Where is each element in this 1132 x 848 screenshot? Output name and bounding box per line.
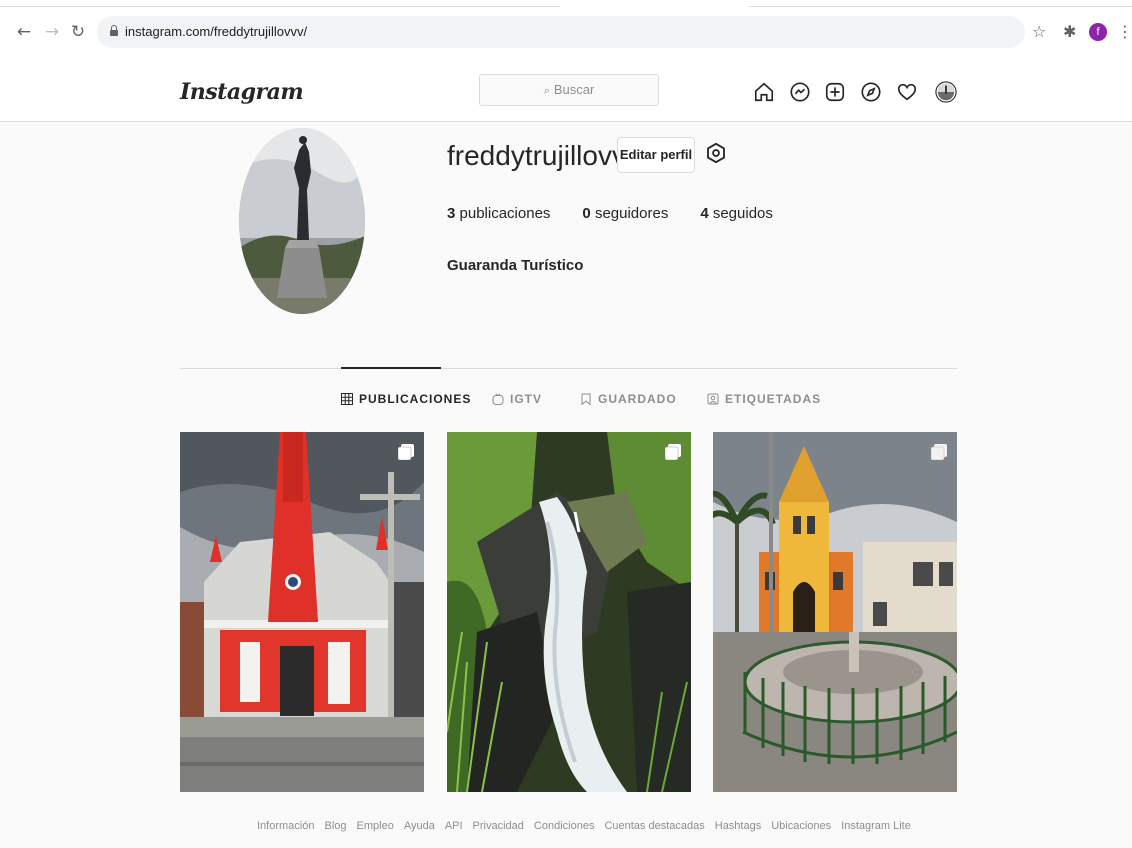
instagram-header: Instagram ⌕ Buscar bbox=[0, 66, 1132, 122]
tab-strip-edge bbox=[748, 6, 1132, 7]
activity-heart-icon[interactable] bbox=[896, 81, 918, 103]
lock-icon bbox=[110, 25, 118, 36]
footer-link[interactable]: Condiciones bbox=[534, 820, 595, 832]
footer-link[interactable]: Ayuda bbox=[404, 820, 435, 832]
settings-gear-icon[interactable] bbox=[705, 142, 727, 164]
footer-link[interactable]: Instagram Lite bbox=[841, 820, 911, 832]
active-tab-indicator bbox=[341, 367, 441, 369]
new-post-icon[interactable] bbox=[824, 81, 846, 103]
post-thumbnail[interactable] bbox=[447, 432, 691, 792]
tagged-user-icon bbox=[707, 393, 719, 405]
footer-link[interactable]: Información bbox=[257, 820, 314, 832]
post-thumbnail[interactable] bbox=[180, 432, 424, 792]
followers-count[interactable]: 0 seguidores bbox=[582, 205, 668, 222]
footer-link[interactable]: Empleo bbox=[357, 820, 394, 832]
tab-publicaciones[interactable]: PUBLICACIONES bbox=[341, 392, 471, 406]
tab-etiquetadas[interactable]: ETIQUETADAS bbox=[707, 392, 821, 406]
bookmark-icon bbox=[581, 393, 591, 405]
browser-toolbar: ← → ↻ instagram.com/freddytrujillovvv/ ☆… bbox=[0, 0, 1132, 66]
instagram-logo[interactable]: Instagram bbox=[180, 79, 304, 105]
multiple-photos-icon bbox=[398, 444, 414, 460]
search-input[interactable]: ⌕ Buscar bbox=[479, 74, 659, 106]
profile-stats: 3 publicaciones 0 seguidores 4 seguidos bbox=[447, 205, 773, 222]
tab-strip-edge bbox=[0, 6, 560, 7]
browser-profile-avatar[interactable]: f bbox=[1089, 23, 1107, 41]
multiple-photos-icon bbox=[665, 444, 681, 460]
post-thumbnail[interactable] bbox=[713, 432, 957, 792]
following-count[interactable]: 4 seguidos bbox=[700, 205, 773, 222]
footer-link[interactable]: API bbox=[445, 820, 463, 832]
edit-profile-button[interactable]: Editar perfil bbox=[617, 137, 695, 173]
tab-guardado[interactable]: GUARDADO bbox=[580, 392, 677, 406]
profile-avatar-icon[interactable] bbox=[935, 81, 957, 103]
extensions-puzzle-icon[interactable]: ✱ bbox=[1063, 22, 1076, 42]
bookmark-star-icon[interactable]: ☆ bbox=[1032, 22, 1046, 42]
home-icon[interactable] bbox=[753, 81, 775, 103]
url-text: instagram.com/freddytrujillovvv/ bbox=[125, 24, 308, 39]
browser-menu-icon[interactable]: ⋮ bbox=[1117, 22, 1132, 42]
search-icon: ⌕ bbox=[543, 84, 550, 97]
explore-compass-icon[interactable] bbox=[860, 81, 882, 103]
address-bar[interactable]: instagram.com/freddytrujillovvv/ bbox=[97, 16, 1025, 48]
search-placeholder: Buscar bbox=[553, 82, 595, 97]
footer-link[interactable]: Privacidad bbox=[473, 820, 524, 832]
footer-link[interactable]: Ubicaciones bbox=[771, 820, 831, 832]
multiple-photos-icon bbox=[931, 444, 947, 460]
tab-igtv[interactable]: IGTV bbox=[492, 392, 542, 406]
back-icon[interactable]: ← bbox=[14, 22, 34, 42]
profile-picture[interactable] bbox=[239, 128, 365, 314]
igtv-icon bbox=[492, 393, 504, 405]
profile-username: freddytrujillovvv bbox=[447, 140, 640, 171]
messenger-icon[interactable] bbox=[789, 81, 811, 103]
tabs-divider bbox=[180, 368, 957, 369]
footer-link[interactable]: Hashtags bbox=[715, 820, 761, 832]
forward-icon[interactable]: → bbox=[42, 22, 62, 42]
reload-icon[interactable]: ↻ bbox=[68, 22, 88, 42]
posts-count: 3 publicaciones bbox=[447, 205, 551, 222]
grid-icon bbox=[341, 393, 353, 405]
footer-link[interactable]: Blog bbox=[324, 820, 346, 832]
profile-full-name: Guaranda Turístico bbox=[447, 257, 584, 274]
footer-link[interactable]: Cuentas destacadas bbox=[604, 820, 704, 832]
footer-links: Información Blog Empleo Ayuda API Privac… bbox=[257, 820, 911, 832]
